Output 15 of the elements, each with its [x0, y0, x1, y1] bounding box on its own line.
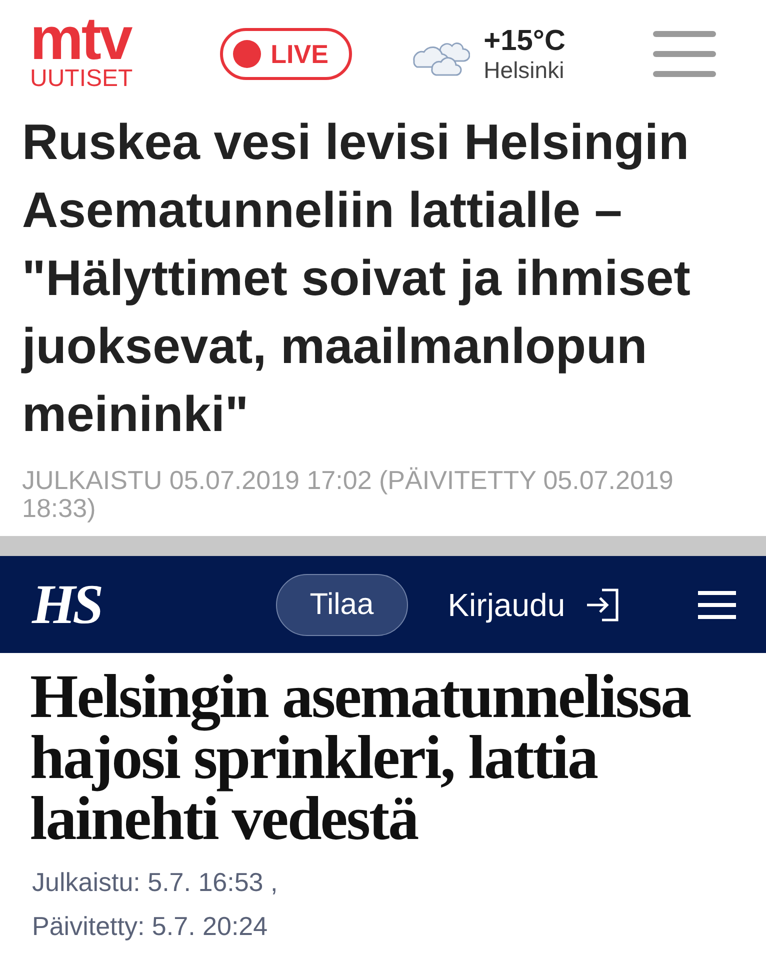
live-button[interactable]: LIVE — [220, 28, 352, 80]
updated-time: Päivitetty: 5.7. 20:24 — [32, 910, 269, 943]
article-headline: Ruskea vesi levisi Helsingin Asematunneliin lattialle – "Hälyttimet soivat ja ihmiset juoksevat, maailmanlopun meininki" — [20, 113, 692, 444]
login-icon — [585, 588, 620, 622]
published-time: Julkaistu: 5.7. 16:53 , — [32, 866, 279, 899]
logo-link[interactable]: mtv UUTISET — [30, 17, 133, 91]
logo-link[interactable]: HS — [32, 576, 101, 632]
login-link[interactable]: Kirjaudu — [448, 580, 620, 628]
city-text: Helsinki — [484, 57, 566, 83]
publish-timestamp: JULKAISTU 05.07.2019 17:02 (PÄIVITETTY 05.07.2019 18:33) — [21, 466, 674, 522]
subscribe-button[interactable]: Tilaa — [276, 574, 408, 636]
dot-icon — [232, 40, 261, 68]
temperature-text: +15°C — [484, 25, 566, 57]
article-headline: Helsingin asematunnelissa hajosi sprinkleri, lattia lainehti vedestä — [29, 667, 692, 850]
menu-icon[interactable] — [698, 590, 736, 620]
